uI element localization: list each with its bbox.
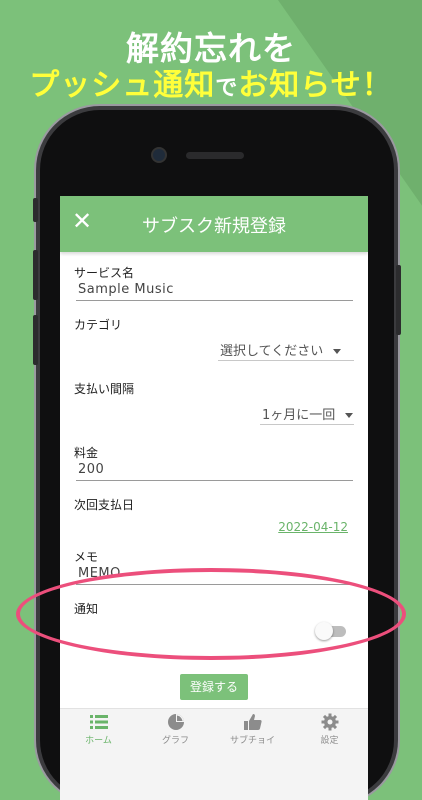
- interval-select-value: 1ヶ月に一回: [262, 408, 336, 423]
- app-screen: ✕ サブスク新規登録 サービス名 Sample Music カテゴリ 選択してく…: [60, 196, 368, 800]
- thumbs-up-icon: [243, 714, 262, 730]
- phone-frame: ✕ サブスク新規登録 サービス名 Sample Music カテゴリ 選択してく…: [33, 110, 401, 800]
- pie-chart-icon: [167, 714, 184, 730]
- nav-item-settings[interactable]: 設定: [291, 713, 368, 746]
- nav-item-home-label: ホーム: [85, 736, 112, 746]
- service-name-underline: [76, 300, 353, 301]
- bottom-navigation: ホーム グラフ サブチョイ 設定: [60, 708, 368, 800]
- nav-item-settings-label: 設定: [320, 736, 339, 746]
- price-label: 料金: [74, 446, 99, 460]
- power-button: [396, 265, 401, 335]
- interval-label: 支払い間隔: [74, 382, 135, 396]
- nav-item-graph[interactable]: グラフ: [137, 713, 214, 746]
- nav-item-subchoi[interactable]: サブチョイ: [214, 713, 291, 746]
- nav-item-home[interactable]: ホーム: [60, 713, 137, 746]
- next-payment-label: 次回支払日: [74, 498, 135, 512]
- headline-de-text: で: [215, 76, 239, 101]
- earpiece-speaker: [186, 152, 244, 159]
- category-label: カテゴリ: [74, 318, 123, 332]
- app-bar: ✕ サブスク新規登録: [60, 196, 368, 252]
- service-name-label: サービス名: [74, 266, 135, 280]
- headline-push-text: プッシュ通知: [29, 68, 216, 103]
- nav-item-graph-label: グラフ: [161, 736, 189, 746]
- nav-item-subchoi-label: サブチョイ: [229, 736, 275, 746]
- mute-switch: [33, 198, 38, 222]
- category-select[interactable]: 選択してください: [220, 340, 342, 359]
- gear-icon: [321, 713, 338, 731]
- chevron-down-icon: [345, 413, 354, 418]
- front-camera: [153, 149, 165, 161]
- notify-highlight-ellipse: [16, 568, 406, 660]
- next-payment-date-picker[interactable]: 2022-04-12: [278, 520, 348, 534]
- price-field[interactable]: 200: [78, 462, 104, 477]
- memo-label: メモ: [74, 550, 99, 564]
- service-name-field[interactable]: Sample Music: [78, 282, 174, 297]
- category-select-value: 選択してください: [220, 344, 324, 359]
- headline-notify-text: お知らせ！: [238, 68, 393, 103]
- page-title: サブスク新規登録: [142, 216, 286, 237]
- headline-line2: プッシュ通知でお知らせ！: [0, 60, 422, 104]
- price-underline: [76, 480, 353, 481]
- category-underline: [218, 360, 354, 361]
- interval-select[interactable]: 1ヶ月に一回: [262, 404, 354, 423]
- list-icon: [89, 715, 108, 729]
- register-button[interactable]: 登録する: [180, 674, 248, 700]
- interval-underline: [260, 424, 354, 425]
- chevron-down-icon: [333, 349, 342, 354]
- volume-up-button: [33, 250, 38, 300]
- volume-down-button: [33, 315, 38, 365]
